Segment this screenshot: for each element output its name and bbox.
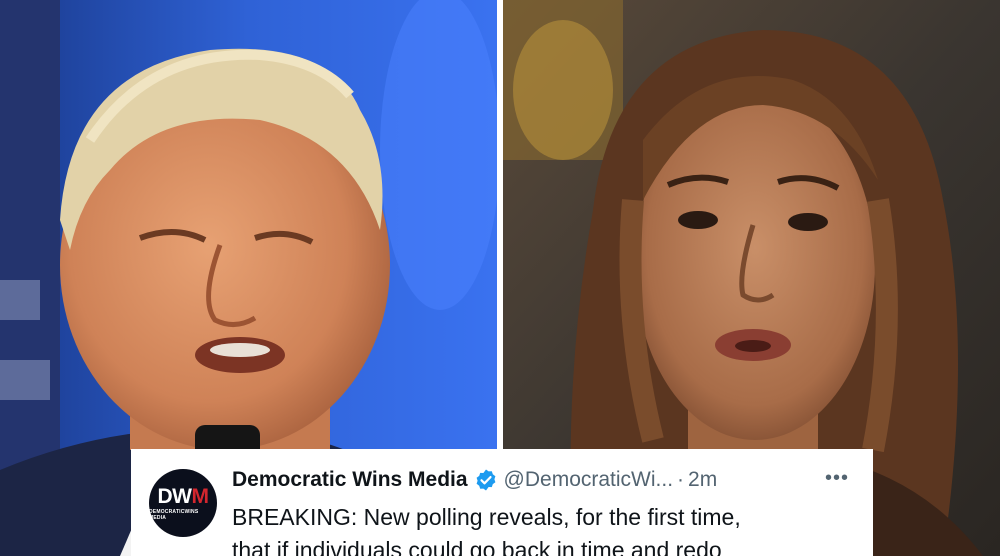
tweet-text-line-1: BREAKING: New polling reveals, for the f…	[232, 504, 741, 530]
tweet-timestamp[interactable]: 2m	[688, 468, 717, 492]
tweet-header: Democratic Wins Media @DemocraticWi... ·…	[232, 465, 863, 495]
tweet-text: BREAKING: New polling reveals, for the f…	[232, 501, 872, 556]
verified-badge-icon	[474, 468, 498, 492]
header-separator: ·	[677, 468, 685, 491]
avatar-subtext: DEMOCRATICWINS MEDIA	[149, 508, 199, 521]
author-handle[interactable]: @DemocraticWi...	[504, 468, 674, 492]
tweet-card[interactable]: DWM DEMOCRATICWINS MEDIA Democratic Wins…	[131, 449, 873, 556]
author-name[interactable]: Democratic Wins Media	[232, 468, 468, 492]
more-horizontal-icon[interactable]: •••	[825, 467, 849, 490]
avatar-logo-part-1: DW	[157, 484, 193, 508]
avatar[interactable]: DWM DEMOCRATICWINS MEDIA	[149, 469, 217, 537]
avatar-logo-part-2: M	[191, 484, 210, 508]
avatar-logo: DWM	[157, 484, 210, 508]
tweet-text-line-2: that if individuals could go back in tim…	[232, 537, 722, 556]
